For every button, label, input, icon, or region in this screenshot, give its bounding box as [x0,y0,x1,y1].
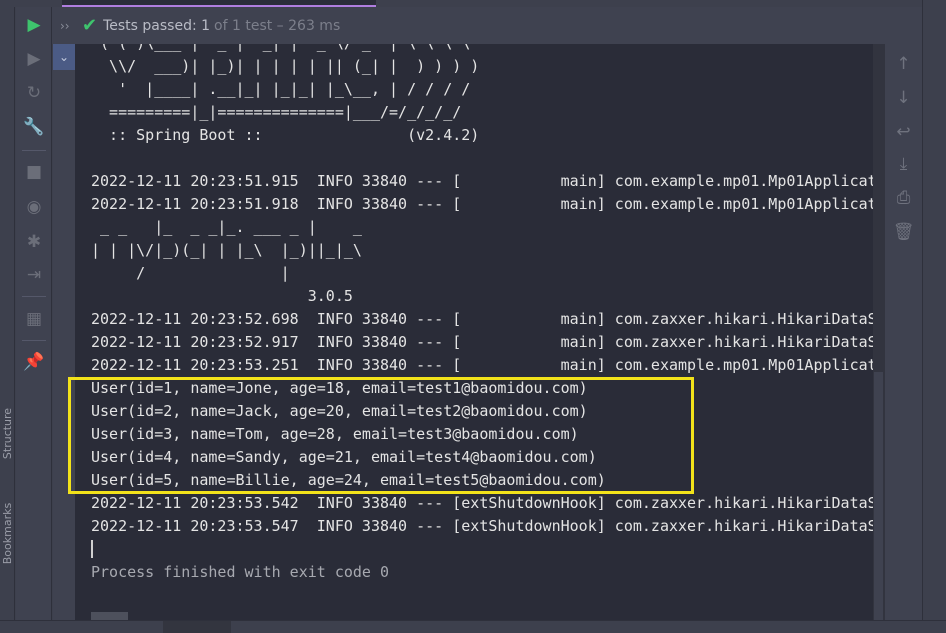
chevron-down-icon[interactable]: ⌄ [53,44,75,70]
console-line: _ _ |_ _ _|_. ___ _ | _ [91,218,371,236]
bottom-tool-bar [0,620,946,633]
console-line: 2022-12-11 20:23:52.917 INFO 33840 --- [… [91,333,873,351]
console-line: 3.0.5 [91,287,362,305]
check-icon: ✔ [82,15,98,36]
expand-icon[interactable]: ›› [60,19,78,33]
toggle-auto-test-icon[interactable]: ↻ [16,83,52,103]
arrow-down-icon[interactable]: ↓ [885,88,922,108]
console-output[interactable]: ( ( )\___ | '_ | '_| | '_ \/ _` | \ \ \ … [75,44,873,620]
tests-detail-label: of 1 test – 263 ms [214,17,341,34]
console-line: ' |____| .__|_| |_|_| |_\__, | / / / / [91,80,471,98]
rerun-failed-icon[interactable]: ▶ [16,49,52,69]
trash-icon[interactable]: 🗑 [885,222,922,242]
divider [22,340,46,341]
structure-tab[interactable]: Structure [1,396,14,471]
debug-icon[interactable]: ✱ [16,232,52,252]
wrench-icon[interactable]: 🔧 [16,117,52,137]
divider [22,296,46,297]
right-tool-stripe [922,0,946,633]
console-line: 2022-12-11 20:23:53.542 INFO 33840 --- [… [91,494,873,512]
vertical-scrollbar-thumb[interactable] [874,372,883,620]
console-line: :: Spring Boot :: (v2.4.2) [91,126,480,144]
active-editor-tab[interactable] [62,0,376,7]
left-tool-stripe: Structure Bookmarks [0,7,15,620]
console-line: =========|_|==============|___/=/_/_/_/ [91,103,462,121]
console-toolbar: ↑ ↓ ↩ ⤓ ⎙ 🗑 [885,44,922,620]
arrow-up-icon[interactable]: ↑ [885,54,922,74]
console-line: 2022-12-11 20:23:52.698 INFO 33840 --- [… [91,310,873,328]
console-line: 2022-12-11 20:23:53.547 INFO 33840 --- [… [91,517,873,535]
console-line: 2022-12-11 20:23:51.918 INFO 33840 --- [… [91,195,873,213]
bottom-active-tab[interactable] [163,621,231,633]
console-line: 2022-12-11 20:23:51.915 INFO 33840 --- [… [91,172,873,190]
divider [22,150,46,151]
rerun-icon[interactable]: ▶ [16,15,52,35]
stop-icon[interactable]: ■ [16,162,52,182]
camera-icon[interactable]: ◉ [16,197,52,217]
console-line: | | |\/|_)(_| | |_\ |_)||_|_\ [91,241,371,259]
import-icon[interactable]: ⇥ [16,265,52,285]
console-line: \\/ ___)| |_)| | | | | || (_| | ) ) ) ) [91,57,480,75]
horizontal-scrollbar-thumb[interactable] [91,612,128,620]
console-line: / | [91,264,371,282]
scroll-to-end-icon[interactable]: ⤓ [885,154,922,174]
console-line: ( ( )\___ | '_ | '_| | '_ \/ _` | \ \ \ … [91,44,470,55]
highlight-box [68,377,694,494]
test-status-bar: ›› ✔ Tests passed: 1 of 1 test – 263 ms [52,7,922,44]
bookmarks-tab[interactable]: Bookmarks [1,496,14,571]
print-icon[interactable]: ⎙ [885,188,922,208]
pin-icon[interactable]: 📌 [16,352,52,372]
soft-wrap-icon[interactable]: ↩ [885,122,922,142]
run-toolbar: ▶ ▶ ↻ 🔧 ■ ◉ ✱ ⇥ ▦ 📌 [16,7,52,620]
exit-message: Process finished with exit code 0 [91,563,390,581]
test-tree-collapsed-panel [53,7,75,620]
layout-icon[interactable]: ▦ [16,309,52,329]
text-cursor [91,540,93,558]
tests-passed-label: Tests passed: 1 [103,17,211,34]
console-line: 2022-12-11 20:23:53.251 INFO 33840 --- [… [91,356,873,374]
